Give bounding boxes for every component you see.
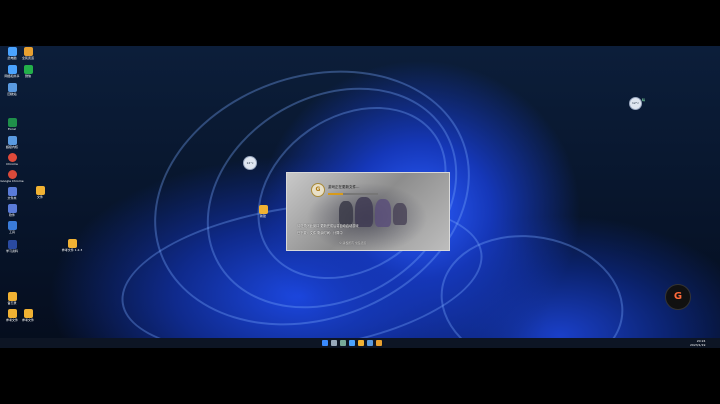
character-art — [339, 201, 353, 225]
desktop-icon[interactable]: 微信 — [16, 65, 40, 78]
app-icon — [7, 204, 17, 213]
edge-icon[interactable] — [349, 340, 355, 346]
desktop-icon[interactable]: Google Chrome — [0, 170, 24, 183]
desktop-icon[interactable]: 全民武道 — [16, 47, 40, 60]
desktop-icon[interactable]: 学习资料 — [0, 240, 24, 253]
desktop-icon[interactable]: 软件 — [0, 204, 24, 217]
desktop-icon[interactable]: 工具 — [0, 221, 24, 234]
dialog-footer: © 版权所有 全民武道 — [339, 241, 366, 245]
dialog-title: 游戏正在更新文件… — [328, 185, 360, 189]
chat-icon — [23, 65, 33, 74]
character-art — [393, 203, 407, 225]
update-dialog[interactable]: G 游戏正在更新文件… 请勿关闭此窗口 更新完成后将自动启动游戏 已下载：文件 … — [286, 172, 450, 251]
desktop-folder[interactable]: 新建 — [251, 205, 275, 218]
game-taskbar-icon[interactable] — [376, 340, 382, 346]
desktop-icon[interactable]: Excel — [0, 118, 24, 131]
weather-widget[interactable]: 12°c — [629, 97, 642, 110]
weather-widget[interactable]: 12°c — [243, 156, 257, 170]
weather-label: 晴 — [642, 98, 646, 102]
dialog-message: 请勿关闭此窗口 更新完成后将自动启动游戏 — [297, 224, 359, 228]
settings-icon — [7, 240, 17, 249]
store-icon[interactable] — [367, 340, 373, 346]
recycle-bin-icon — [7, 83, 17, 92]
start-icon[interactable] — [322, 340, 328, 346]
update-progress-bar — [328, 193, 378, 195]
desktop-icon[interactable]: 回收站 — [0, 83, 24, 96]
desktop-icon[interactable]: 超级内核 — [0, 136, 24, 149]
folder-icon — [67, 239, 77, 248]
floating-assistant-button[interactable]: G — [665, 284, 691, 310]
folder-icon — [7, 292, 17, 301]
task-view-icon[interactable] — [340, 340, 346, 346]
excel-icon — [7, 118, 17, 127]
desktop-folder[interactable]: 参考文件 1.2.3 — [60, 239, 84, 252]
desktop-icon[interactable]: 参考文件 — [16, 309, 40, 322]
search-icon[interactable] — [331, 340, 337, 346]
folder-icon — [23, 309, 33, 318]
clock-date: 2023/1/19 — [690, 343, 706, 347]
browser-icon — [7, 170, 17, 179]
update-progress-fill — [328, 193, 343, 195]
desktop-folder[interactable]: 文件 — [28, 186, 52, 199]
character-art — [375, 199, 391, 227]
app-icon — [7, 221, 17, 230]
dialog-status: 已下载：文件 剩余时间：计算中 — [297, 231, 343, 235]
desktop-icon[interactable]: 备忘录 — [0, 292, 24, 305]
app-icon — [7, 187, 17, 196]
folder-icon — [258, 205, 268, 214]
game-icon — [23, 47, 33, 56]
desktop-icon[interactable]: Chrome — [0, 153, 24, 166]
desktop-icon[interactable]: 文件夹 — [0, 187, 24, 200]
system-clock[interactable]: 20:24 2023/1/19 — [690, 339, 705, 347]
app-icon — [7, 136, 17, 145]
browser-icon — [7, 153, 17, 162]
game-logo-icon: G — [311, 183, 325, 197]
folder-icon — [35, 186, 45, 195]
file-explorer-icon[interactable] — [358, 340, 364, 346]
